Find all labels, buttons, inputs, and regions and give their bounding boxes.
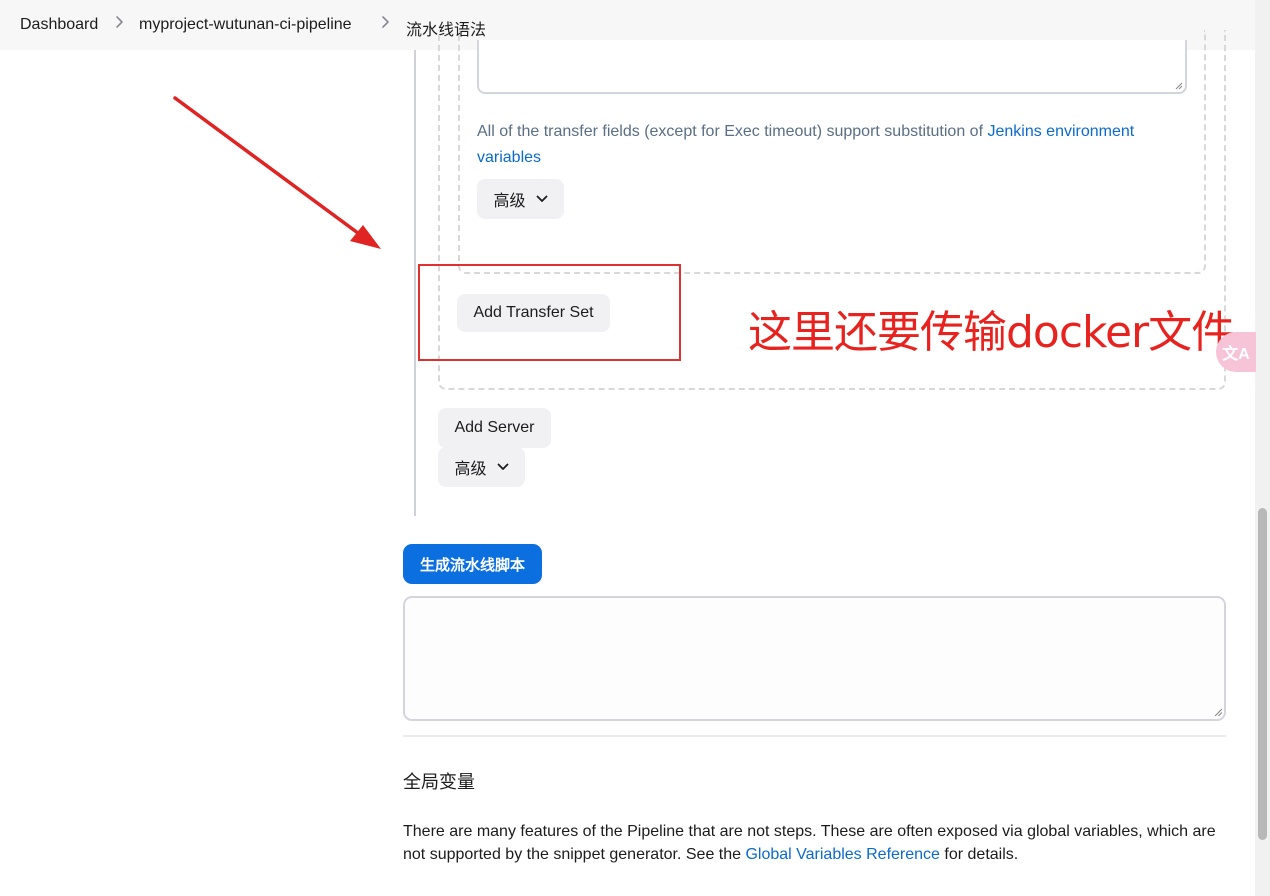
transfer-advanced-label: 高级 — [493, 193, 526, 210]
transfer-help-prefix: All of the transfer fields (except for E… — [477, 123, 988, 140]
resize-grip-icon[interactable] — [1175, 82, 1183, 90]
breadcrumb-item-dashboard[interactable]: Dashboard — [20, 16, 98, 34]
chevron-right-icon — [115, 14, 125, 30]
generate-pipeline-script-button[interactable]: 生成流水线脚本 — [403, 544, 542, 584]
section-divider — [403, 735, 1226, 737]
server-advanced-label: 高级 — [454, 461, 487, 478]
chevron-down-icon — [536, 190, 548, 208]
pipeline-script-output[interactable] — [403, 596, 1226, 721]
chevron-right-icon — [381, 14, 391, 30]
annotation-text: 这里还要传输docker文件 — [748, 307, 1235, 358]
transfer-advanced-button[interactable]: 高级 — [477, 179, 564, 219]
translate-widget-icon[interactable]: 文A — [1216, 332, 1256, 372]
server-advanced-button[interactable]: 高级 — [438, 447, 525, 487]
add-server-button[interactable]: Add Server — [438, 408, 551, 448]
global-variables-heading: 全局变量 — [403, 772, 475, 792]
transfer-textarea[interactable] — [477, 40, 1187, 94]
global-variables-reference-link[interactable]: Global Variables Reference — [745, 846, 939, 863]
annotation-highlight-box — [418, 264, 681, 361]
scrollbar-thumb[interactable] — [1258, 508, 1267, 840]
global-variables-desc-suffix: for details. — [939, 846, 1019, 863]
breadcrumb-item-project[interactable]: myproject-wutunan-ci-pipeline — [139, 16, 352, 34]
resize-grip-icon[interactable] — [1214, 708, 1223, 717]
transfer-help-text: All of the transfer fields (except for E… — [477, 119, 1197, 171]
chevron-down-icon — [497, 458, 509, 476]
section-indent-line — [414, 50, 416, 516]
global-variables-description: There are many features of the Pipeline … — [403, 820, 1226, 866]
translate-widget-label: 文A — [1222, 346, 1250, 363]
